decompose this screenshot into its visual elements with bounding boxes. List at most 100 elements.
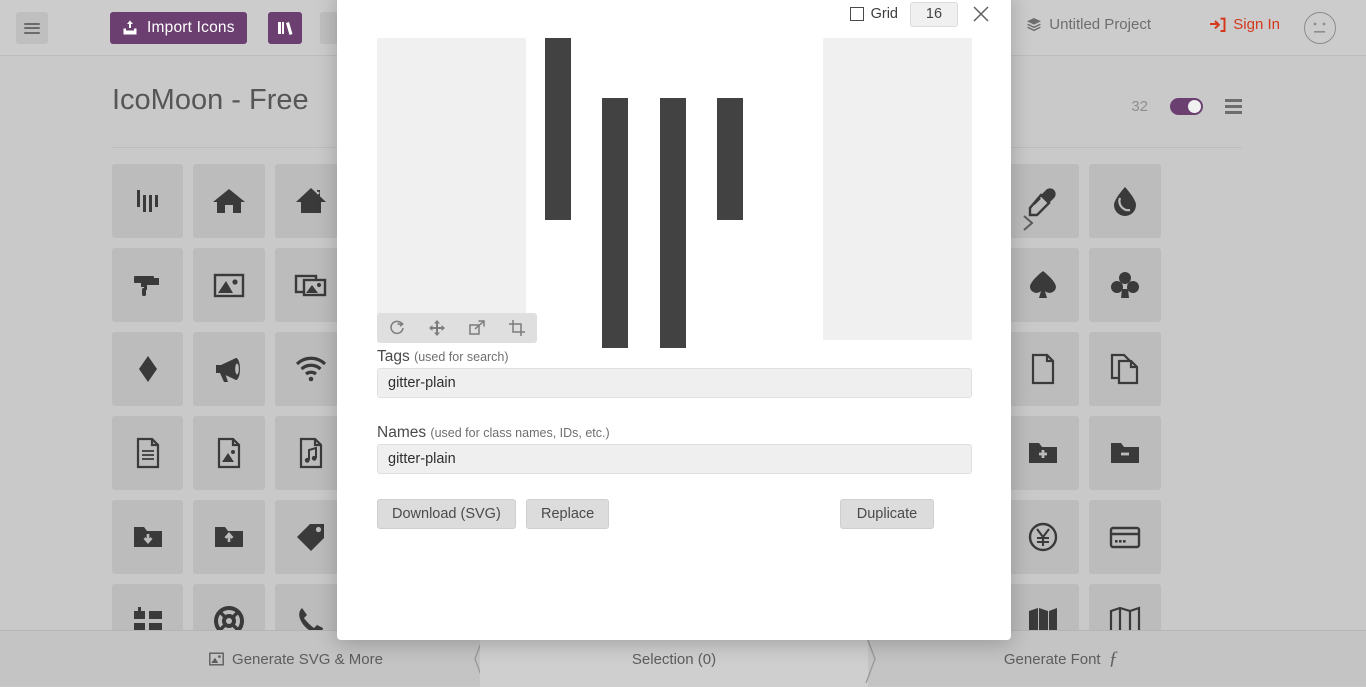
rotate-icon[interactable]	[377, 313, 417, 343]
droplet-icon	[1108, 184, 1142, 218]
icon-cell-file-text[interactable]	[112, 416, 183, 490]
gitter-plain-icon	[131, 184, 165, 218]
icon-cell-image[interactable]	[193, 248, 264, 322]
names-label: Names (used for class names, IDs, etc.)	[377, 424, 610, 442]
icon-cell-file-music[interactable]	[275, 416, 346, 490]
paint-roller-icon	[131, 268, 165, 302]
icon-cell-spades[interactable]	[1008, 248, 1079, 322]
download-svg-button[interactable]: Download (SVG)	[377, 499, 516, 529]
crop-glyph	[508, 319, 526, 337]
grid-checkbox-label: Grid	[871, 6, 898, 22]
icon-preview-main[interactable]	[527, 30, 823, 348]
select-all-toggle[interactable]	[1170, 98, 1203, 115]
file-music-icon	[294, 436, 328, 470]
icon-cell-folder-download[interactable]	[112, 500, 183, 574]
icon-cell-connection-wifi[interactable]	[275, 332, 346, 406]
login-arrow-icon	[1209, 17, 1226, 33]
image-icon	[212, 268, 246, 302]
sign-in-label: Sign In	[1233, 16, 1280, 33]
icon-grid-spacer	[1171, 500, 1242, 574]
yen-coin-icon	[1026, 520, 1060, 554]
avatar[interactable]	[1304, 12, 1336, 44]
next-icon-button[interactable]	[1018, 213, 1040, 235]
crop-icon[interactable]	[497, 313, 537, 343]
icon-cell-folder-minus[interactable]	[1089, 416, 1160, 490]
tags-label-hint: (used for search)	[414, 350, 508, 364]
image-icon	[209, 652, 224, 666]
icon-edit-toolbar	[377, 313, 537, 343]
bullhorn-icon	[212, 352, 246, 386]
grid-checkbox-box[interactable]	[850, 7, 864, 21]
chevron-right-icon	[1018, 213, 1038, 233]
sign-in-button[interactable]: Sign In	[1209, 16, 1280, 33]
preview-next-placeholder[interactable]	[823, 38, 972, 340]
file-empty-icon	[1026, 352, 1060, 386]
icon-cell-files-empty[interactable]	[1089, 332, 1160, 406]
images-icon	[294, 268, 328, 302]
preview-prev-placeholder[interactable]	[377, 38, 526, 340]
rotate-glyph	[388, 319, 406, 337]
icon-cell-home[interactable]	[193, 164, 264, 238]
page-title: IcoMoon - Free	[112, 86, 309, 115]
icon-cell-folder-plus[interactable]	[1008, 416, 1079, 490]
icon-cell-droplet[interactable]	[1089, 164, 1160, 238]
duplicate-button[interactable]: Duplicate	[840, 499, 934, 529]
icon-grid-spacer	[1171, 248, 1242, 322]
icon-grid-spacer	[1171, 332, 1242, 406]
home2-icon	[294, 184, 328, 218]
project-label: Untitled Project	[1049, 16, 1151, 33]
icon-cell-home2[interactable]	[275, 164, 346, 238]
scale-arrow-icon[interactable]	[457, 313, 497, 343]
names-input[interactable]	[377, 444, 972, 474]
grid-size-input[interactable]	[910, 2, 958, 27]
icon-cell-diamond[interactable]	[112, 332, 183, 406]
close-icon[interactable]	[970, 3, 992, 25]
price-tag-icon	[294, 520, 328, 554]
toggle-knob	[1188, 100, 1201, 113]
hamburger-menu-icon	[24, 20, 40, 36]
icon-cell-bullhorn[interactable]	[193, 332, 264, 406]
file-picture-icon	[212, 436, 246, 470]
font-f-icon: ƒ	[1109, 648, 1119, 670]
gitter-plain-icon	[527, 30, 823, 348]
icon-cell-folder-upload[interactable]	[193, 500, 264, 574]
grid-checkbox[interactable]: Grid	[850, 6, 898, 22]
grid-size-value: 32	[1131, 98, 1148, 115]
tags-label-text: Tags	[377, 348, 410, 365]
folder-download-icon	[131, 520, 165, 554]
tags-label: Tags (used for search)	[377, 348, 509, 366]
folder-minus-icon	[1108, 436, 1142, 470]
generate-svg-label: Generate SVG & More	[232, 651, 383, 668]
icon-cell-credit-card[interactable]	[1089, 500, 1160, 574]
replace-button[interactable]: Replace	[526, 499, 609, 529]
close-x-glyph	[972, 5, 990, 23]
icon-cell-file-empty[interactable]	[1008, 332, 1079, 406]
spades-icon	[1026, 268, 1060, 302]
tags-input[interactable]	[377, 368, 972, 398]
import-icons-button[interactable]: Import Icons	[110, 12, 247, 44]
icon-grid-spacer	[1171, 416, 1242, 490]
move-icon[interactable]	[417, 313, 457, 343]
icon-cell-paint-roller[interactable]	[112, 248, 183, 322]
icon-cell-gitter-plain[interactable]	[112, 164, 183, 238]
icon-preview-row	[377, 38, 972, 340]
icon-cell-file-picture[interactable]	[193, 416, 264, 490]
list-view-icon[interactable]	[1225, 96, 1242, 117]
diamond-icon	[131, 352, 165, 386]
upload-box-icon	[122, 20, 138, 36]
file-text-icon	[131, 436, 165, 470]
project-selector[interactable]: Untitled Project	[1026, 16, 1151, 33]
folder-plus-icon	[1026, 436, 1060, 470]
icon-cell-yen-coin[interactable]	[1008, 500, 1079, 574]
generate-font-label: Generate Font	[1004, 651, 1101, 668]
icon-set-tools: 32	[1131, 86, 1242, 117]
names-label-text: Names	[377, 424, 426, 441]
icon-cell-images[interactable]	[275, 248, 346, 322]
credit-card-icon	[1108, 520, 1142, 554]
hamburger-menu-button[interactable]	[16, 12, 48, 44]
icon-library-button[interactable]	[268, 12, 302, 44]
neutral-face-avatar-icon	[1305, 13, 1334, 42]
move-glyph	[428, 319, 446, 337]
icon-cell-clubs[interactable]	[1089, 248, 1160, 322]
icon-cell-price-tag[interactable]	[275, 500, 346, 574]
